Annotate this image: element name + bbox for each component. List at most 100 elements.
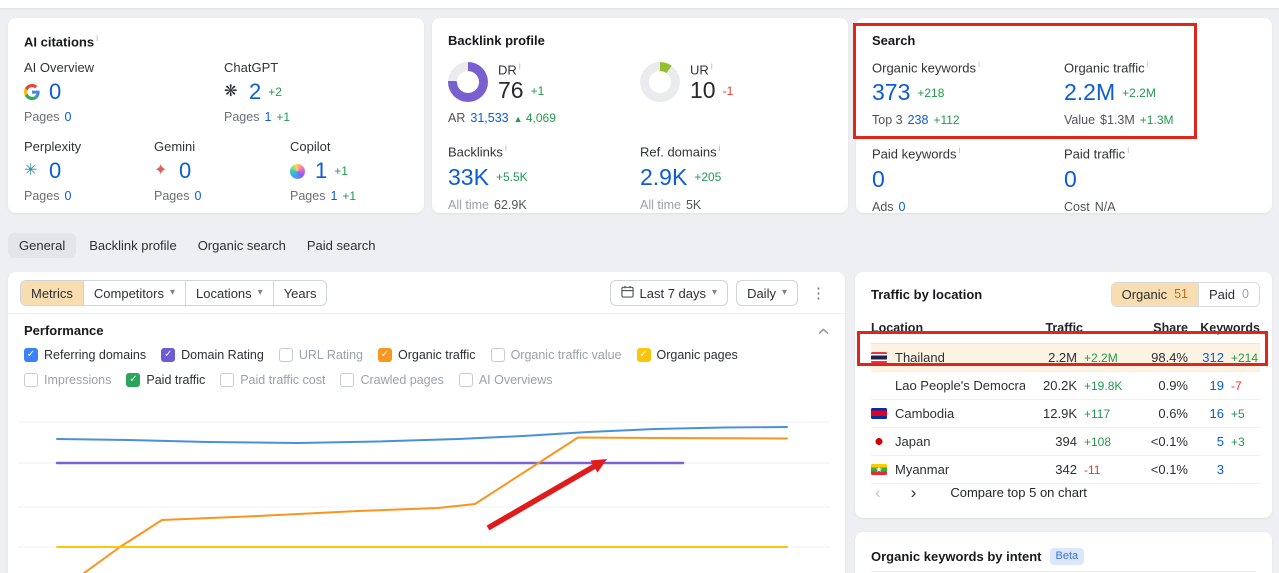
pages-label: Pages [24, 110, 60, 125]
filter-metrics-button[interactable]: Metrics [21, 281, 83, 305]
location-name: Thailand [895, 350, 945, 365]
keywords-value[interactable]: 16 [1188, 406, 1224, 421]
beta-badge: Beta [1049, 548, 1085, 566]
paid-traffic-value[interactable]: 0 [1064, 167, 1077, 191]
ai-item-value[interactable]: 2 [249, 81, 261, 103]
keywords-change: +214 [1231, 350, 1259, 365]
chevron-down-icon: ▾ [257, 287, 263, 298]
traffic-change: +2.2M [1084, 350, 1118, 365]
more-options-button[interactable]: ⋮ [806, 286, 831, 301]
info-icon[interactable]: i [519, 61, 521, 71]
calendar-icon [620, 285, 634, 301]
metric-checkbox-impressions[interactable]: Impressions [24, 373, 111, 387]
info-icon[interactable]: i [96, 33, 98, 43]
ar-value[interactable]: 31,533 [470, 111, 508, 125]
paid-toggle-button[interactable]: Paid 0 [1198, 282, 1259, 306]
pages-label: Pages [224, 110, 260, 125]
compare-top5-button[interactable]: Compare top 5 on chart [950, 485, 1087, 500]
metric-checkbox-organic-traffic-value[interactable]: Organic traffic value [490, 348, 622, 362]
metric-checkbox-referring-domains[interactable]: ✓ Referring domains [24, 348, 146, 362]
metric-checkbox-crawled-pages[interactable]: Crawled pages [340, 373, 444, 387]
organic-traffic-value[interactable]: 2.2M [1064, 81, 1115, 104]
ai-item-gemini: Gemini ✦ 0 Pages 0 [154, 139, 290, 203]
organic-keywords-value[interactable]: 373 [872, 81, 910, 104]
filter-years-button[interactable]: Years [272, 281, 327, 305]
traffic-value: 394 [1055, 434, 1077, 449]
location-row-myanmar[interactable]: Myanmar 342 -11 <0.1%3 [871, 456, 1260, 484]
location-row-cambodia[interactable]: Cambodia 12.9K +117 0.6% 16 +5 [871, 400, 1260, 428]
next-page-button[interactable]: › [907, 482, 921, 503]
collapse-chevron-icon[interactable] [818, 323, 829, 338]
referring-domains-line [56, 426, 788, 444]
tab-organic-search[interactable]: Organic search [190, 233, 294, 258]
location-row-lao-people-s-democratic-republic[interactable]: Lao People's Democratic Republic 20.2K +19… [871, 372, 1260, 400]
ref-domains-value[interactable]: 2.9K [640, 165, 687, 189]
pages-value[interactable]: 1 [264, 110, 271, 124]
backlinks-value[interactable]: 33K [448, 165, 489, 189]
filter-competitors-button[interactable]: Competitors ▾ [82, 281, 185, 305]
info-icon[interactable]: i [1127, 145, 1129, 155]
ai-item-value[interactable]: 0 [49, 81, 61, 103]
metric-checkbox-label: Domain Rating [181, 348, 264, 362]
top3-value[interactable]: 238 [908, 113, 929, 127]
info-icon[interactable]: i [719, 143, 721, 153]
ai-citations-title: AI citations i [24, 33, 99, 50]
tab-general[interactable]: General [8, 232, 77, 258]
change-value: +1 [342, 189, 357, 204]
metric-checkbox-label: Crawled pages [360, 373, 444, 387]
change-value: +1 [276, 110, 291, 125]
performance-panel: Metrics Competitors ▾ Locations ▾ Years Last … [8, 272, 845, 573]
metric-checkbox-paid-traffic[interactable]: ✓ Paid traffic [126, 373, 205, 387]
pages-value[interactable]: 1 [330, 189, 337, 203]
location-row-thailand[interactable]: Thailand 2.2M +2.2M 98.4% 312 +214 [871, 344, 1260, 372]
metric-checkbox-domain-rating[interactable]: ✓ Domain Rating [161, 348, 264, 362]
metric-checkbox-paid-traffic-cost[interactable]: Paid traffic cost [220, 373, 325, 387]
dr-donut-chart [448, 61, 488, 102]
info-icon[interactable]: i [1147, 59, 1149, 69]
ai-item-label: ChatGPT [224, 60, 279, 76]
ai-item-perplexity: Perplexity ✳ 0 Pages 0 [24, 139, 154, 203]
metric-checkbox-organic-traffic[interactable]: ✓ Organic traffic [377, 348, 476, 362]
ur-change: -1 [722, 83, 734, 98]
pages-value[interactable]: 0 [64, 110, 71, 124]
pages-value[interactable]: 0 [64, 189, 71, 203]
granularity-button[interactable]: Daily ▾ [736, 280, 798, 306]
keywords-value[interactable]: 5 [1188, 434, 1224, 449]
ai-item-label: Gemini [154, 139, 196, 155]
info-icon[interactable]: i [505, 143, 507, 153]
ai-citations-row-2: Perplexity ✳ 0 Pages 0 Gemini ✦ 0 Pages 0 Copilot 1… [24, 139, 408, 203]
paid-traffic-block: Paid traffic i 0 Cost N/A [1064, 145, 1130, 214]
metric-checkbox-label: Paid traffic cost [240, 373, 326, 387]
keywords-value[interactable]: 3 [1188, 462, 1224, 477]
unchecked-checkbox [24, 373, 38, 387]
paid-keywords-value[interactable]: 0 [872, 167, 885, 191]
checked-checkbox: ✓ [636, 348, 651, 362]
prev-page-button[interactable]: ‹ [871, 482, 885, 503]
share-value: 0.9% [1158, 378, 1188, 393]
info-icon[interactable]: i [978, 59, 980, 69]
metric-checkbox-ai-overviews[interactable]: AI Overviews [458, 373, 552, 387]
metric-checkbox-url-rating[interactable]: URL Rating [278, 348, 363, 362]
tab-paid-search[interactable]: Paid search [299, 233, 384, 258]
traffic-value: 12.9K [1043, 406, 1077, 421]
pages-value[interactable]: 0 [194, 189, 201, 203]
tab-backlink-profile[interactable]: Backlink profile [81, 233, 184, 258]
info-icon[interactable]: i [711, 61, 713, 71]
location-row-japan[interactable]: Japan 394 +108 <0.1% 5 +3 [871, 428, 1260, 456]
info-icon[interactable]: i [959, 145, 961, 155]
traffic-value: 342 [1055, 462, 1077, 477]
organic-paid-toggle: Organic 51 Paid 0 [1110, 281, 1260, 307]
ai-item-value[interactable]: 0 [179, 160, 191, 182]
thailand-flag [871, 352, 887, 363]
keywords-value[interactable]: 19 [1188, 378, 1224, 393]
date-range-button[interactable]: Last 7 days ▾ [609, 280, 729, 306]
performance-chart[interactable] [8, 390, 845, 573]
organic-toggle-button[interactable]: Organic 51 [1111, 282, 1199, 306]
copilot-icon [290, 163, 308, 179]
ai-item-value[interactable]: 0 [49, 160, 61, 182]
filter-locations-button[interactable]: Locations ▾ [185, 281, 273, 305]
ref-domains-block: Ref. domains i 2.9K +205 All time 5K [640, 143, 832, 211]
keywords-value[interactable]: 312 [1188, 350, 1224, 365]
metric-checkbox-organic-pages[interactable]: ✓ Organic pages [636, 348, 738, 362]
ai-item-value[interactable]: 1 [315, 160, 327, 182]
